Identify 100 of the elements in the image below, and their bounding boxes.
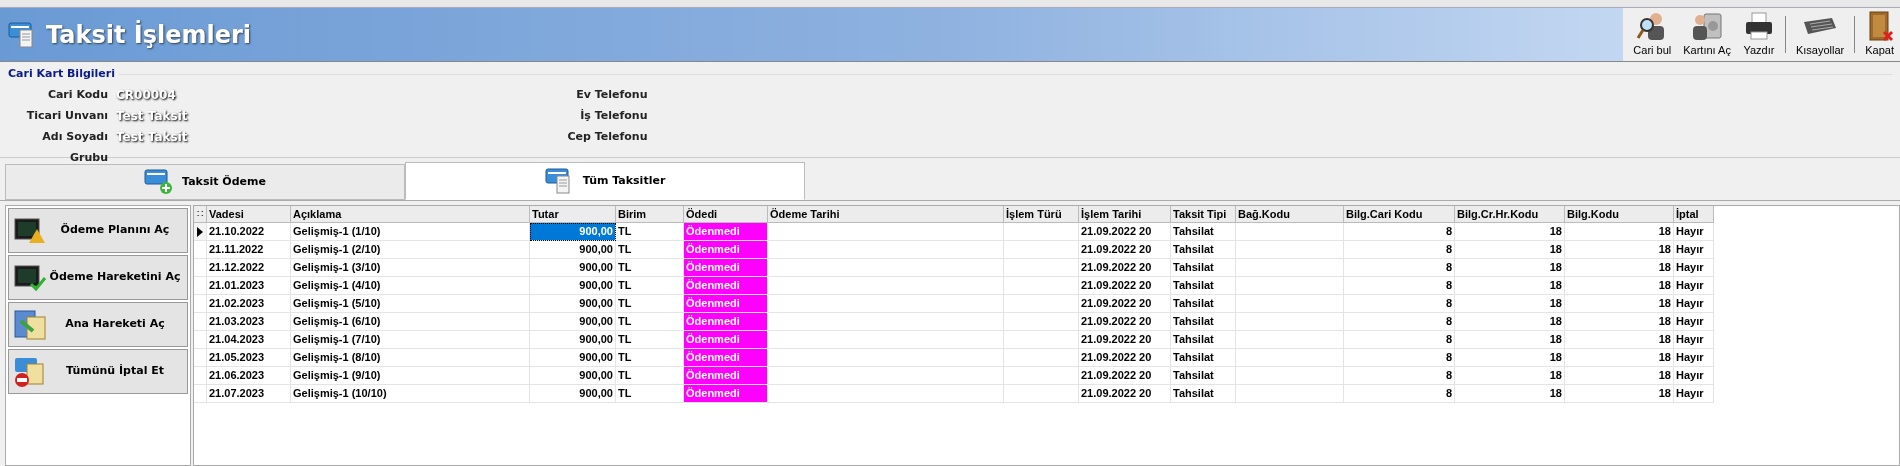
table-cell: 18: [1455, 367, 1565, 385]
column-header[interactable]: Taksit Tipi: [1171, 206, 1236, 223]
table-cell: Gelişmiş-1 (7/10): [291, 331, 530, 349]
table-cell: 8: [1344, 277, 1455, 295]
table-cell: Hayır: [1674, 349, 1714, 367]
table-cell: 21.05.2023: [207, 349, 291, 367]
column-header[interactable]: Açıklama: [291, 206, 530, 223]
action-button[interactable]: Ödeme Planını Aç: [8, 208, 188, 253]
table-cell: 18: [1565, 331, 1674, 349]
table-cell: 21.09.2022 20: [1079, 223, 1171, 241]
table-cell: 18: [1565, 367, 1674, 385]
table-cell: Tahsilat: [1171, 331, 1236, 349]
table-cell: 21.09.2022 20: [1079, 241, 1171, 259]
table-cell: Hayır: [1674, 223, 1714, 241]
toolbar-button[interactable]: Cari bul: [1627, 8, 1678, 61]
table-cell: 900,00: [530, 313, 616, 331]
table-cell: 8: [1344, 295, 1455, 313]
column-header[interactable]: Tutar: [530, 206, 616, 223]
table-cell: Ödenmedi: [684, 277, 768, 295]
card-add-icon: [144, 168, 175, 196]
table-cell: 8: [1344, 349, 1455, 367]
table-cell: Hayır: [1674, 259, 1714, 277]
table-cell: 900,00: [530, 349, 616, 367]
table-cell: Tahsilat: [1171, 313, 1236, 331]
column-header[interactable]: İşlem Tarihi: [1079, 206, 1171, 223]
table-cell: 21.11.2022: [207, 241, 291, 259]
table-cell: 18: [1455, 259, 1565, 277]
column-header[interactable]: Bilg.Kodu: [1565, 206, 1674, 223]
column-header[interactable]: Ödedi: [684, 206, 768, 223]
table-cell: Gelişmiş-1 (9/10): [291, 367, 530, 385]
table-cell: 18: [1565, 259, 1674, 277]
table-cell: Ödenmedi: [684, 331, 768, 349]
table-cell: 21.06.2023: [207, 367, 291, 385]
toolbar-button[interactable]: Kartını Aç: [1677, 8, 1737, 61]
table-cell: 18: [1455, 331, 1565, 349]
row-selector[interactable]: [194, 223, 207, 241]
toolbar-button[interactable]: Yazdır: [1736, 8, 1781, 61]
table-cell: Tahsilat: [1171, 241, 1236, 259]
table-cell: Gelişmiş-1 (1/10): [291, 223, 530, 241]
table-cell: 18: [1455, 241, 1565, 259]
table-cell: Hayır: [1674, 241, 1714, 259]
table-cell: 18: [1565, 313, 1674, 331]
column-header[interactable]: İşlem Türü: [1004, 206, 1079, 223]
table-cell: 900,00: [530, 277, 616, 295]
table-cell: 900,00: [530, 331, 616, 349]
table-cell: 900,00: [530, 259, 616, 277]
table-cell: Hayır: [1674, 295, 1714, 313]
table-cell: 8: [1344, 223, 1455, 241]
table-cell: 900,00: [530, 241, 616, 259]
table-cell: 8: [1344, 331, 1455, 349]
table-cell: 18: [1565, 241, 1674, 259]
table-cell: Ödenmedi: [684, 349, 768, 367]
column-header[interactable]: Ödeme Tarihi: [768, 206, 1004, 223]
table-cell: Ödenmedi: [684, 313, 768, 331]
table-cell: Hayır: [1674, 277, 1714, 295]
table-cell: 21.09.2022 20: [1079, 277, 1171, 295]
column-header[interactable]: Bağ.Kodu: [1236, 206, 1344, 223]
column-header[interactable]: Bilg.Cr.Hr.Kodu: [1455, 206, 1565, 223]
table-cell: Gelişmiş-1 (5/10): [291, 295, 530, 313]
table-cell: Tahsilat: [1171, 385, 1236, 403]
table-cell: 8: [1344, 385, 1455, 403]
table-cell: 8: [1344, 259, 1455, 277]
tab[interactable]: Taksit Ödeme: [5, 164, 405, 200]
table-cell: Hayır: [1674, 367, 1714, 385]
action-button[interactable]: Tümünü İptal Et: [8, 349, 188, 394]
action-button[interactable]: Ödeme Hareketini Aç: [8, 255, 188, 300]
table-cell: Ödenmedi: [684, 385, 768, 403]
table-cell: 8: [1344, 313, 1455, 331]
person-safe-icon: [1691, 10, 1724, 43]
table-cell: 21.07.2023: [207, 385, 291, 403]
column-header[interactable]: Vadesi: [207, 206, 291, 223]
table-cell: Ödenmedi: [684, 259, 768, 277]
action-button[interactable]: Ana Hareketi Aç: [8, 302, 188, 347]
tab[interactable]: Tüm Taksitler: [405, 162, 805, 200]
table-cell: Gelişmiş-1 (4/10): [291, 277, 530, 295]
field-label: Cari Kodu: [46, 86, 108, 103]
toolbar-button[interactable]: Kısayollar: [1789, 8, 1851, 61]
table-cell: Tahsilat: [1171, 223, 1236, 241]
table-cell: 18: [1565, 349, 1674, 367]
table-cell: Gelişmiş-1 (2/10): [291, 241, 530, 259]
field-label: Grubu: [69, 149, 108, 166]
table-cell: Ödenmedi: [684, 295, 768, 313]
toolbar-button[interactable]: Kapat: [1859, 8, 1900, 61]
table-cell: Gelişmiş-1 (6/10): [291, 313, 530, 331]
table-cell: 21.09.2022 20: [1079, 313, 1171, 331]
table-cell: 18: [1455, 313, 1565, 331]
column-header[interactable]: Birim: [616, 206, 684, 223]
table-cell: 21.04.2023: [207, 331, 291, 349]
table-cell: Tahsilat: [1171, 367, 1236, 385]
table-cell: Hayır: [1674, 385, 1714, 403]
table-cell: Tahsilat: [1171, 295, 1236, 313]
field-label: İş Telefonu: [579, 107, 648, 124]
column-header[interactable]: Bilg.Cari Kodu: [1344, 206, 1455, 223]
table-cell: 21.09.2022 20: [1079, 259, 1171, 277]
table-cell: 900,00: [530, 367, 616, 385]
field-label: Cep Telefonu: [566, 128, 648, 145]
column-header[interactable]: İptal: [1674, 206, 1714, 223]
table-cell: 900,00: [530, 295, 616, 313]
table-cell: 21.09.2022 20: [1079, 385, 1171, 403]
table-cell: 21.09.2022 20: [1079, 331, 1171, 349]
